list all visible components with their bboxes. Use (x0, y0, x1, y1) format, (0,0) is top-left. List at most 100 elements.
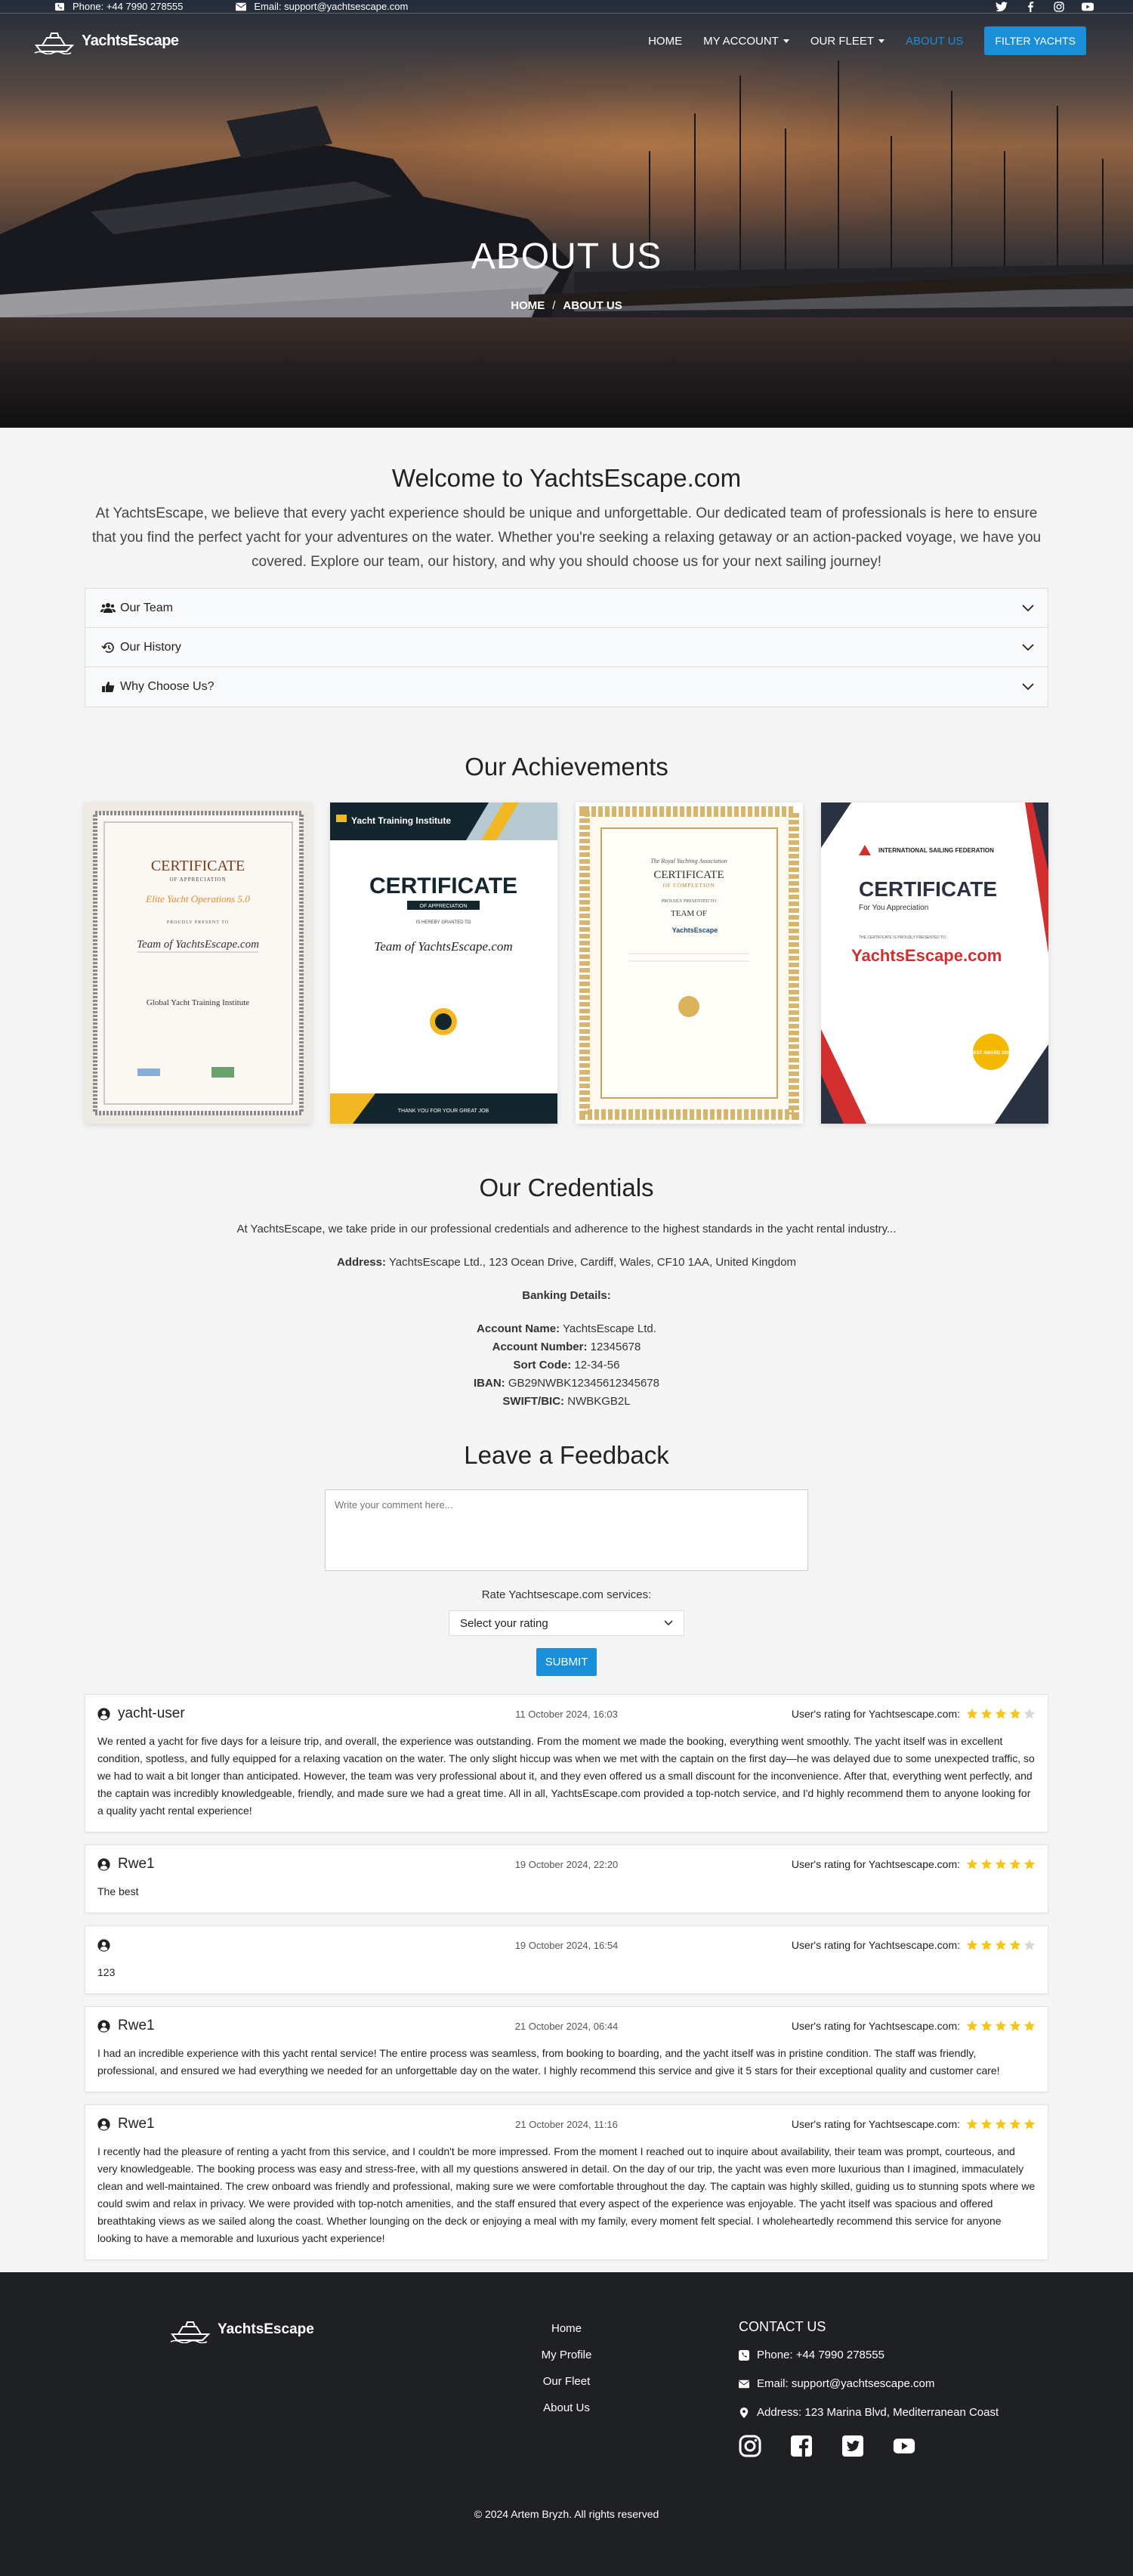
star-filled-icon (966, 1939, 978, 1950)
brand-logo[interactable]: YachtsEscape (33, 27, 179, 54)
footer-contact: CONTACT US Phone: +44 7990 278555 Email:… (739, 2319, 999, 2457)
feedback-title: Leave a Feedback (464, 1441, 669, 1469)
filter-yachts-button[interactable]: FILTER YACHTS (984, 26, 1086, 55)
certificate-image: Yacht Training Institute CERTIFICATE OF … (330, 802, 557, 1124)
star-filled-icon (1009, 1708, 1021, 1719)
nav-about-us[interactable]: ABOUT US (906, 35, 963, 48)
footer-link-about-us[interactable]: About Us (491, 2401, 642, 2415)
submit-button[interactable]: SUBMIT (536, 1648, 597, 1676)
review-username: Rwe1 (118, 2116, 155, 2132)
certificate-card[interactable]: The Royal Yachting Association CERTIFICA… (576, 802, 803, 1124)
footer-brand[interactable]: YachtsEscape (169, 2316, 314, 2343)
caret-down-icon (878, 39, 885, 43)
map-marker-icon (739, 2407, 749, 2418)
star-filled-icon (980, 2118, 993, 2129)
instagram-icon[interactable] (739, 2435, 761, 2457)
comment-textarea[interactable] (325, 1489, 808, 1571)
star-filled-icon (1009, 1858, 1021, 1869)
star-filled-icon (980, 2020, 993, 2031)
youtube-icon[interactable] (893, 2435, 915, 2457)
footer-links: Home My Profile Our Fleet About Us (491, 2322, 642, 2428)
cert2-footer: THANK YOU FOR YOUR GREAT JOB (398, 1109, 489, 1114)
review-user: yacht-user (97, 1705, 185, 1722)
review-text: I recently had the pleasure of renting a… (97, 2145, 1036, 2244)
star-filled-icon (966, 1858, 978, 1869)
cert4-org: INTERNATIONAL SAILING FEDERATION (878, 847, 994, 854)
star-filled-icon (995, 2020, 1007, 2031)
welcome-text: At YachtsEscape, we believe that every y… (91, 506, 1042, 570)
review-text: We rented a yacht for five days for a le… (97, 1735, 1035, 1817)
nav-our-fleet[interactable]: OUR FLEET (810, 35, 885, 48)
twitter-icon[interactable] (996, 1, 1008, 12)
footer-link-my-profile[interactable]: My Profile (491, 2349, 642, 2362)
review-rating: User's rating for Yachtsescape.com: (792, 2118, 1036, 2130)
accordion-our-team[interactable]: Our Team (85, 589, 1048, 628)
star-filled-icon (966, 2020, 978, 2031)
footer-link-home[interactable]: Home (491, 2322, 642, 2336)
certificate-image: The Royal Yachting Association CERTIFICA… (576, 802, 803, 1124)
hero-banner: Phone: +44 7990 278555 Email: support@ya… (0, 0, 1133, 428)
swift-bic: SWIFT/BIC: NWBKGB2L (85, 1394, 1048, 1409)
credentials-body: At YachtsEscape, we take pride in our pr… (85, 1222, 1048, 1409)
breadcrumb-home[interactable]: HOME (511, 299, 545, 312)
nav-links: HOME MY ACCOUNT OUR FLEET ABOUT US FILTE… (648, 26, 1086, 55)
twitter-icon[interactable] (841, 2435, 864, 2457)
sort-code-value: 12-34-56 (574, 1359, 620, 1371)
review-username: yacht-user (118, 1705, 185, 1721)
certificate-card[interactable]: INTERNATIONAL SAILING FEDERATION CERTIFI… (821, 802, 1048, 1124)
star-filled-icon (995, 1708, 1007, 1719)
account-number-label: Account Number: (492, 1341, 588, 1353)
footer-phone[interactable]: Phone: +44 7990 278555 (739, 2349, 999, 2361)
accordion-our-history[interactable]: Our History (85, 628, 1048, 667)
credentials-title: Our Credentials (479, 1174, 654, 1201)
phone-icon (55, 2, 64, 11)
facebook-icon[interactable] (790, 2435, 813, 2457)
iban-label: IBAN: (474, 1377, 505, 1390)
review-header: Rwe1 21 October 2024, 11:16 User's ratin… (97, 2116, 1036, 2132)
star-filled-icon (980, 1708, 993, 1719)
yacht-logo-icon (170, 2321, 211, 2343)
review-username: Rwe1 (118, 2018, 155, 2033)
star-rating (966, 1708, 1036, 1720)
certificate-image: INTERNATIONAL SAILING FEDERATION CERTIFI… (821, 802, 1048, 1124)
instagram-icon[interactable] (1053, 1, 1065, 12)
cert4-team: YachtsEscape.com (851, 946, 1002, 965)
accordion-why-choose-us[interactable]: Why Choose Us? (85, 667, 1048, 707)
footer-email-text: Email: support@yachtsescape.com (757, 2377, 935, 2390)
about-accordion: Our Team Our History Why Choose Us? (85, 588, 1048, 707)
cert2-heading: CERTIFICATE (369, 874, 517, 898)
nav-home[interactable]: HOME (648, 35, 682, 48)
review-user: Rwe1 (97, 1856, 155, 1872)
footer-email[interactable]: Email: support@yachtsescape.com (739, 2377, 999, 2390)
star-filled-icon (966, 2118, 978, 2129)
topbar-phone[interactable]: Phone: +44 7990 278555 (54, 1, 183, 12)
sort-code-label: Sort Code: (513, 1359, 572, 1371)
topbar-email[interactable]: Email: support@yachtsescape.com (236, 1, 408, 12)
account-number: Account Number: 12345678 (85, 1340, 1048, 1355)
review-header: 19 October 2024, 16:54 User's rating for… (97, 1937, 1036, 1953)
youtube-icon[interactable] (1082, 2, 1094, 12)
footer-link-our-fleet[interactable]: Our Fleet (491, 2375, 642, 2389)
facebook-icon[interactable] (1024, 1, 1036, 12)
history-icon (101, 642, 114, 653)
hero-overlay (0, 0, 1133, 428)
certificate-card[interactable]: Yacht Training Institute CERTIFICATE OF … (330, 802, 557, 1124)
cert1-heading: CERTIFICATE (151, 858, 245, 874)
nav-my-account[interactable]: MY ACCOUNT (703, 35, 789, 48)
review-rating-label: User's rating for Yachtsescape.com: (791, 2020, 960, 2032)
cert3-brand: YachtsEscape (672, 926, 718, 934)
caret-down-icon (783, 39, 789, 43)
cert1-sub: OF APPRECIATION (169, 877, 226, 883)
user-circle-icon (97, 1857, 110, 1871)
cert4-sub: For You Appreciation (859, 904, 928, 912)
star-filled-icon (1023, 1858, 1036, 1869)
chevron-down-icon (1022, 683, 1034, 691)
address-value: YachtsEscape Ltd., 123 Ocean Drive, Card… (388, 1256, 797, 1269)
rating-select[interactable]: Select your rating (449, 1610, 684, 1636)
certificate-card[interactable]: CERTIFICATE OF APPRECIATION Elite Yacht … (85, 802, 312, 1124)
cert3-presented: PROUDLY PRESENTED TO (662, 899, 717, 904)
cert1-team: Team of YachtsEscape.com (137, 939, 259, 951)
footer-address: Address: 123 Marina Blvd, Mediterranean … (739, 2406, 999, 2419)
review-text: The best (97, 1885, 139, 1897)
star-filled-icon (980, 1858, 993, 1869)
